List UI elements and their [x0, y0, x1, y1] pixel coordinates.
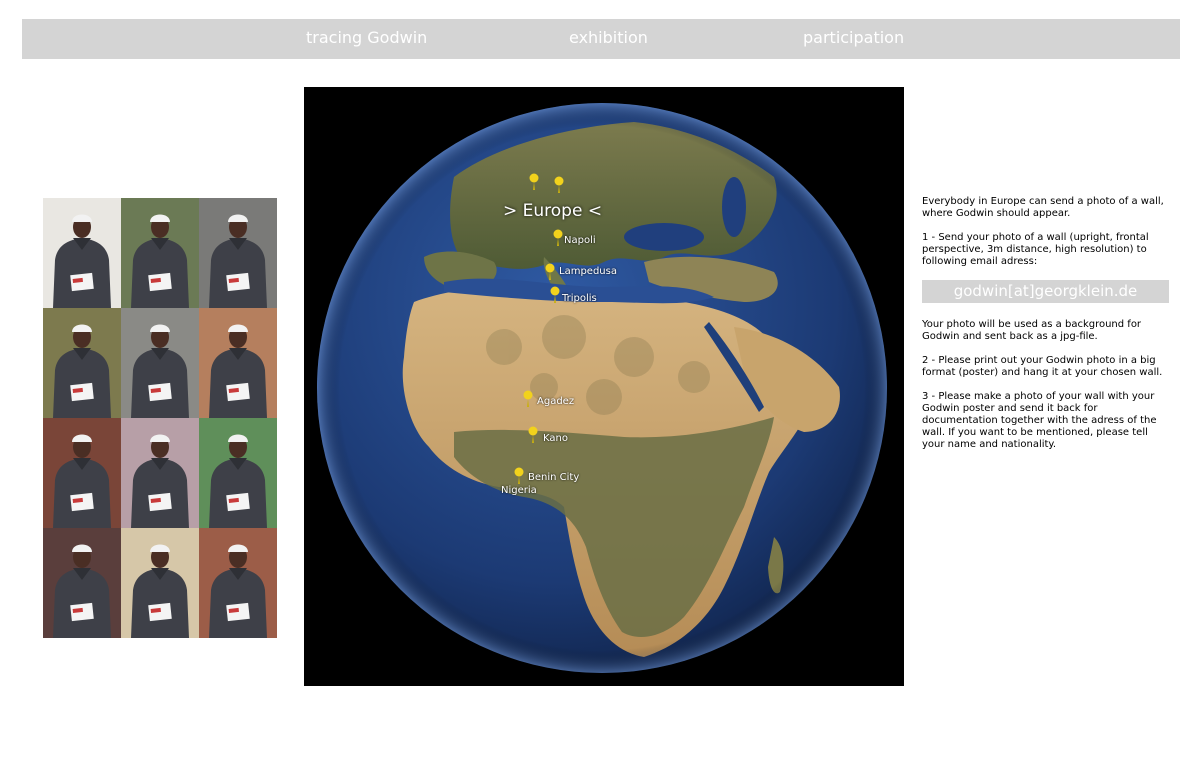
- map-pin-icon[interactable]: [552, 176, 566, 194]
- place-label-kano[interactable]: Kano: [543, 433, 568, 444]
- step-2-text: 2 - Please print out your Godwin photo i…: [922, 355, 1163, 378]
- map-pin-icon[interactable]: [527, 173, 541, 191]
- place-label-agadez[interactable]: Agadez: [537, 396, 574, 407]
- godwin-photo-tile[interactable]: [121, 198, 199, 308]
- godwin-photo-tile[interactable]: [199, 198, 277, 308]
- godwin-figure-image: [131, 214, 189, 308]
- godwin-photo-tile[interactable]: [43, 528, 121, 638]
- godwin-figure-image: [53, 544, 111, 638]
- nav-tracing-godwin[interactable]: tracing Godwin: [306, 28, 427, 47]
- europe-label: > Europe <: [503, 201, 603, 221]
- godwin-figure-image: [209, 544, 267, 638]
- nav-participation[interactable]: participation: [803, 28, 904, 47]
- step-3-text: 3 - Please make a photo of your wall wit…: [922, 391, 1157, 450]
- nav-exhibition[interactable]: exhibition: [569, 28, 648, 47]
- godwin-figure-image: [209, 324, 267, 418]
- godwin-figure-image: [209, 214, 267, 308]
- map-pin-icon[interactable]: [526, 426, 540, 444]
- godwin-photo-tile[interactable]: [199, 528, 277, 638]
- godwin-photo-tile[interactable]: [199, 418, 277, 528]
- godwin-figure-image: [131, 434, 189, 528]
- godwin-figure-image: [53, 214, 111, 308]
- place-label-nigeria: Nigeria: [501, 485, 537, 496]
- godwin-photo-tile[interactable]: [43, 418, 121, 528]
- godwin-photo-tile[interactable]: [121, 528, 199, 638]
- godwin-photo-tile[interactable]: [121, 418, 199, 528]
- godwin-figure-image: [53, 324, 111, 418]
- map-pin-icon[interactable]: [521, 390, 535, 408]
- top-navigation: tracing Godwin exhibition participation: [22, 19, 1180, 59]
- email-button[interactable]: godwin[at]georgklein.de: [922, 280, 1169, 303]
- godwin-photo-tile[interactable]: [43, 308, 121, 418]
- place-label-tripolis[interactable]: Tripolis: [562, 293, 597, 304]
- godwin-photo-tile[interactable]: [121, 308, 199, 418]
- map-pin-icon[interactable]: [548, 286, 562, 304]
- godwin-photo-tile[interactable]: [199, 308, 277, 418]
- map-pin-icon[interactable]: [512, 467, 526, 485]
- godwin-figure-image: [131, 324, 189, 418]
- participation-info: Everybody in Europe can send a photo of …: [922, 196, 1172, 463]
- place-label-napoli[interactable]: Napoli: [564, 235, 596, 246]
- map-pin-icon[interactable]: [551, 229, 565, 247]
- godwin-figure-image: [53, 434, 111, 528]
- world-map: > Europe < Napoli Lampedusa Tripolis Aga…: [304, 87, 904, 686]
- intro-text: Everybody in Europe can send a photo of …: [922, 196, 1164, 219]
- photo-grid: [43, 198, 277, 638]
- place-label-lampedusa[interactable]: Lampedusa: [559, 266, 617, 277]
- map-pin-icon[interactable]: [543, 263, 557, 281]
- godwin-photo-tile[interactable]: [43, 198, 121, 308]
- place-label-benin-city[interactable]: Benin City: [528, 472, 579, 483]
- note-text: Your photo will be used as a background …: [922, 319, 1142, 342]
- step-1-text: 1 - Send your photo of a wall (upright, …: [922, 232, 1149, 267]
- godwin-figure-image: [131, 544, 189, 638]
- godwin-figure-image: [209, 434, 267, 528]
- globe-image: [304, 87, 904, 686]
